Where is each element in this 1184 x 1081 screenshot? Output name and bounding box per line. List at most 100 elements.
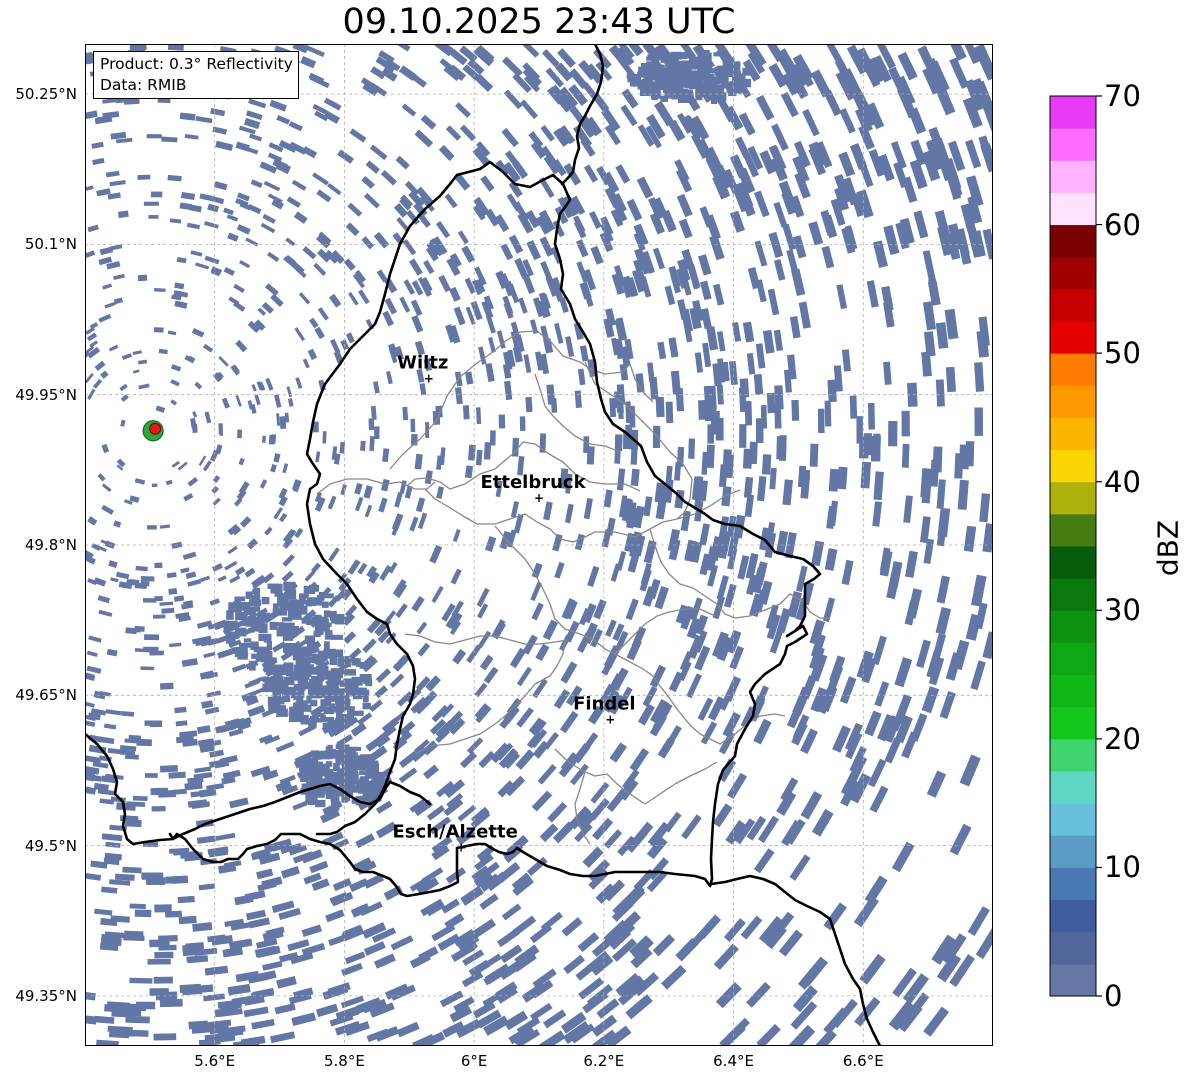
echo-cell: [177, 895, 195, 904]
lon-tick-label: 5.8°E: [324, 1052, 365, 1070]
echo-cell: [306, 657, 313, 663]
echo-cell: [665, 401, 674, 424]
echo-cell: [374, 426, 380, 440]
echo-cell: [935, 379, 945, 407]
colorbar-segment: [1050, 546, 1096, 579]
echo-cell: [123, 934, 145, 941]
city-marker: +: [456, 841, 466, 855]
echo-cell: [154, 562, 163, 569]
echo-cell: [143, 201, 159, 206]
echo-cell: [140, 576, 155, 582]
echo-cell: [311, 689, 323, 699]
echo-cell: [965, 441, 975, 467]
echo-cell: [284, 647, 292, 654]
radar-site-dot: [149, 422, 162, 435]
echo-cell: [245, 591, 253, 599]
echo-cell: [142, 598, 157, 603]
echo-cell: [325, 746, 333, 752]
echo-cell: [144, 634, 160, 641]
echo-cell: [322, 431, 327, 444]
echo-cell: [340, 744, 350, 750]
lat-tick-label: 49.35°N: [15, 986, 77, 1005]
echo-cell: [774, 403, 782, 429]
echo-cell: [932, 446, 943, 473]
echo-cell: [305, 646, 313, 657]
echo-cell: [753, 374, 764, 395]
echo-cell: [251, 653, 259, 659]
echo-cell: [146, 134, 162, 139]
echo-cell: [498, 414, 506, 429]
echo-cell: [269, 657, 277, 663]
radar-map-plot[interactable]: +Wiltz+Ettelbruck+Findel+Esch/Alzette: [85, 44, 993, 1046]
radar-map-figure: 09.10.2025 23:43 UTC + Wiltz + Ettelbruc…: [0, 0, 1184, 1081]
colorbar-segment: [1050, 160, 1096, 193]
echo-cell: [299, 593, 306, 600]
echo-cell: [329, 611, 337, 621]
colorbar-segment: [1050, 738, 1096, 772]
echo-cell: [550, 398, 558, 413]
echo-cell: [687, 79, 694, 88]
echo-cell: [249, 660, 256, 671]
echo-cell: [349, 746, 361, 751]
echo-cell: [308, 718, 317, 728]
echo-cell: [272, 608, 281, 616]
colorbar-tick-label: 20: [1104, 721, 1141, 756]
echo-cell: [300, 714, 309, 725]
colorbar-segment: [1050, 578, 1096, 611]
lon-tick-label: 6.4°E: [713, 1052, 754, 1070]
echo-cell: [653, 75, 666, 81]
echo-cell: [150, 191, 163, 198]
echo-cell: [902, 443, 910, 468]
echo-cell: [137, 174, 151, 180]
colorbar-segment: [1050, 931, 1096, 965]
product-info-box: Product: 0.3° Reflectivity Data: RMIB: [93, 51, 299, 99]
city-marker: +: [534, 491, 544, 505]
colorbar-segment: [1050, 899, 1096, 933]
echo-cell: [132, 795, 148, 802]
echo-cell: [140, 666, 155, 671]
echo-cell: [259, 627, 266, 633]
echo-cell: [476, 407, 482, 425]
echo-cell: [344, 669, 356, 676]
echo-cell: [237, 429, 243, 439]
echo-cell: [269, 621, 278, 630]
echo-cell: [250, 641, 259, 650]
echo-cell: [761, 454, 772, 475]
colorbar-segment: [1050, 385, 1096, 418]
echo-cell: [150, 788, 168, 795]
echo-cell: [321, 593, 334, 599]
echo-cell: [316, 595, 323, 602]
echo-cell: [241, 642, 251, 648]
echo-cell: [323, 723, 336, 728]
echo-cell: [647, 88, 654, 95]
lat-tick-label: 49.8°N: [24, 536, 77, 554]
echo-cell: [779, 435, 787, 461]
echo-cell: [671, 90, 682, 100]
echo-cell: [297, 605, 308, 615]
colorbar-segment: [1050, 867, 1096, 901]
echo-cell: [249, 599, 259, 604]
colorbar-segment: [1050, 803, 1096, 836]
echo-cell: [319, 618, 329, 629]
echo-cell: [220, 424, 223, 437]
echo-cell: [359, 754, 371, 761]
echo-cell: [329, 684, 339, 689]
echo-cell: [525, 396, 533, 413]
lat-tick-label: 49.95°N: [15, 385, 77, 404]
echo-cell: [154, 288, 166, 292]
echo-cell: [283, 643, 289, 649]
echo-cell: [888, 420, 898, 447]
radar-site-marker[interactable]: [142, 420, 164, 442]
echo-cell: [638, 66, 650, 77]
echo-cell: [274, 591, 280, 597]
city-label: Esch/Alzette: [393, 822, 518, 843]
echo-cell: [337, 768, 350, 778]
echo-cell: [154, 904, 172, 913]
echo-cell: [306, 760, 318, 765]
colorbar-segment: [1050, 706, 1096, 740]
echo-cell: [311, 670, 319, 675]
echo-cell: [225, 631, 237, 637]
colorbar-segment: [1050, 513, 1096, 547]
echo-cell: [363, 689, 370, 696]
echo-cell: [286, 589, 294, 596]
